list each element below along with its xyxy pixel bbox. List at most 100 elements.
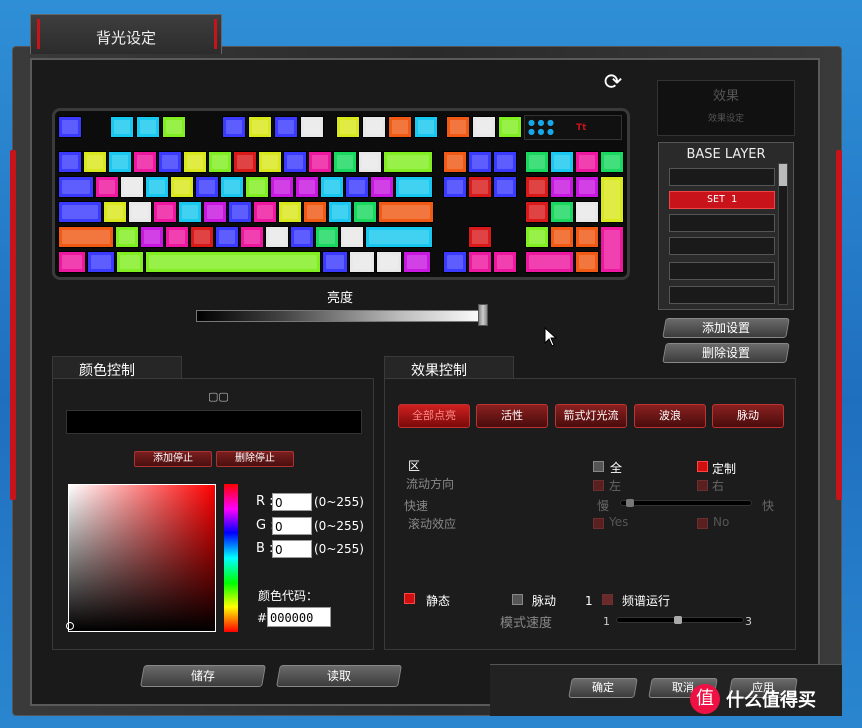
effect-arrow-flow-button[interactable]: 箭式灯光流 — [555, 404, 627, 428]
keyboard-key[interactable] — [349, 251, 375, 273]
keyboard-key[interactable] — [240, 226, 264, 248]
keyboard-key[interactable] — [290, 226, 314, 248]
keyboard-key[interactable] — [58, 151, 82, 173]
layer-scrollbar-thumb[interactable] — [779, 164, 787, 186]
keyboard-key[interactable] — [253, 201, 277, 223]
keyboard-key[interactable] — [233, 151, 257, 173]
layer-slot-selected[interactable]: SET 1 — [669, 191, 775, 209]
keyboard-key[interactable] — [108, 151, 132, 173]
keyboard-key[interactable] — [140, 226, 164, 248]
mode-speed-thumb[interactable] — [674, 616, 682, 624]
keyboard-key[interactable] — [295, 176, 319, 198]
keyboard-key[interactable] — [248, 116, 272, 138]
keyboard-key[interactable] — [103, 201, 127, 223]
keyboard-key[interactable] — [600, 226, 624, 273]
keyboard-key[interactable] — [162, 116, 186, 138]
hex-input[interactable]: 000000 — [267, 607, 331, 627]
color-picker-square[interactable] — [68, 484, 216, 632]
refresh-icon[interactable]: ⟳ — [600, 70, 626, 96]
keyboard-key[interactable] — [116, 251, 144, 273]
keyboard-key[interactable] — [115, 226, 139, 248]
keyboard-key[interactable] — [120, 176, 144, 198]
static-checkbox[interactable] — [404, 593, 415, 604]
load-button[interactable]: 读取 — [276, 665, 402, 687]
speed-slider-thumb[interactable] — [626, 499, 634, 507]
keyboard-key[interactable] — [145, 251, 321, 273]
keyboard-key[interactable] — [525, 226, 549, 248]
keyboard-key[interactable] — [472, 116, 496, 138]
keyboard-key[interactable] — [525, 176, 549, 198]
keyboard-key[interactable] — [145, 176, 169, 198]
keyboard-key[interactable] — [358, 151, 382, 173]
keyboard-key[interactable] — [222, 116, 246, 138]
keyboard-key[interactable] — [365, 226, 433, 248]
keyboard-key[interactable] — [315, 226, 339, 248]
keyboard-key[interactable] — [403, 251, 431, 273]
keyboard-key[interactable] — [153, 201, 177, 223]
keyboard-key[interactable] — [395, 176, 433, 198]
keyboard-key[interactable] — [498, 116, 522, 138]
keyboard-key[interactable] — [303, 201, 327, 223]
layer-slot[interactable] — [669, 237, 775, 255]
keyboard-key[interactable] — [378, 201, 434, 223]
hue-slider[interactable] — [224, 484, 238, 632]
keyboard-key[interactable] — [340, 226, 364, 248]
keyboard-key[interactable] — [178, 201, 202, 223]
keyboard-key[interactable] — [376, 251, 402, 273]
keyboard-key[interactable] — [443, 251, 467, 273]
brightness-slider[interactable] — [196, 310, 486, 322]
pulse-checkbox[interactable] — [512, 594, 523, 605]
keyboard-key[interactable] — [468, 251, 492, 273]
keyboard-key[interactable] — [203, 201, 227, 223]
keyboard-key[interactable] — [550, 226, 574, 248]
keyboard-key[interactable] — [170, 176, 194, 198]
keyboard-key[interactable] — [525, 151, 549, 173]
keyboard-key[interactable] — [258, 151, 282, 173]
keyboard-key[interactable] — [575, 176, 599, 198]
zone-all-checkbox[interactable] — [593, 461, 604, 472]
layer-slot[interactable] — [669, 262, 775, 280]
scroll-yes-checkbox[interactable] — [593, 518, 604, 529]
delete-setting-button[interactable]: 删除设置 — [662, 343, 790, 363]
keyboard-key[interactable] — [58, 226, 114, 248]
keyboard-key[interactable] — [468, 226, 492, 248]
effect-wave-button[interactable]: 波浪 — [634, 404, 706, 428]
g-input[interactable]: 0 — [272, 517, 312, 535]
keyboard-key[interactable] — [362, 116, 386, 138]
layer-slot[interactable] — [669, 214, 775, 232]
keyboard-key[interactable] — [345, 176, 369, 198]
keyboard-key[interactable] — [370, 176, 394, 198]
effect-all-on-button[interactable]: 全部点亮 — [398, 404, 470, 428]
keyboard-key[interactable] — [468, 176, 492, 198]
b-input[interactable]: 0 — [272, 540, 312, 558]
keyboard-key[interactable] — [336, 116, 360, 138]
keyboard-key[interactable] — [575, 151, 599, 173]
keyboard-key[interactable] — [128, 201, 152, 223]
keyboard-key[interactable] — [550, 176, 574, 198]
keyboard-key[interactable] — [333, 151, 357, 173]
direction-left-checkbox[interactable] — [593, 480, 604, 491]
brightness-slider-thumb[interactable] — [478, 304, 488, 326]
keyboard-key[interactable] — [195, 176, 219, 198]
layer-slot[interactable] — [669, 286, 775, 304]
keyboard-key[interactable] — [158, 151, 182, 173]
spectrum-checkbox[interactable] — [602, 594, 613, 605]
keyboard-key[interactable] — [278, 201, 302, 223]
keyboard-key[interactable] — [270, 176, 294, 198]
keyboard-key[interactable] — [575, 226, 599, 248]
keyboard-key[interactable] — [320, 176, 344, 198]
delete-stop-button[interactable]: 删除停止 — [216, 451, 294, 467]
add-stop-button[interactable]: 添加停止 — [134, 451, 212, 467]
direction-right-checkbox[interactable] — [697, 480, 708, 491]
keyboard-key[interactable] — [353, 201, 377, 223]
scroll-no-checkbox[interactable] — [697, 518, 708, 529]
keyboard-key[interactable] — [322, 251, 348, 273]
keyboard-key[interactable] — [383, 151, 433, 173]
keyboard-key[interactable] — [575, 201, 599, 223]
keyboard-key[interactable] — [95, 176, 119, 198]
keyboard-key[interactable] — [165, 226, 189, 248]
keyboard-key[interactable] — [133, 151, 157, 173]
keyboard-key[interactable] — [446, 116, 470, 138]
keyboard-key[interactable] — [265, 226, 289, 248]
keyboard-key[interactable] — [220, 176, 244, 198]
